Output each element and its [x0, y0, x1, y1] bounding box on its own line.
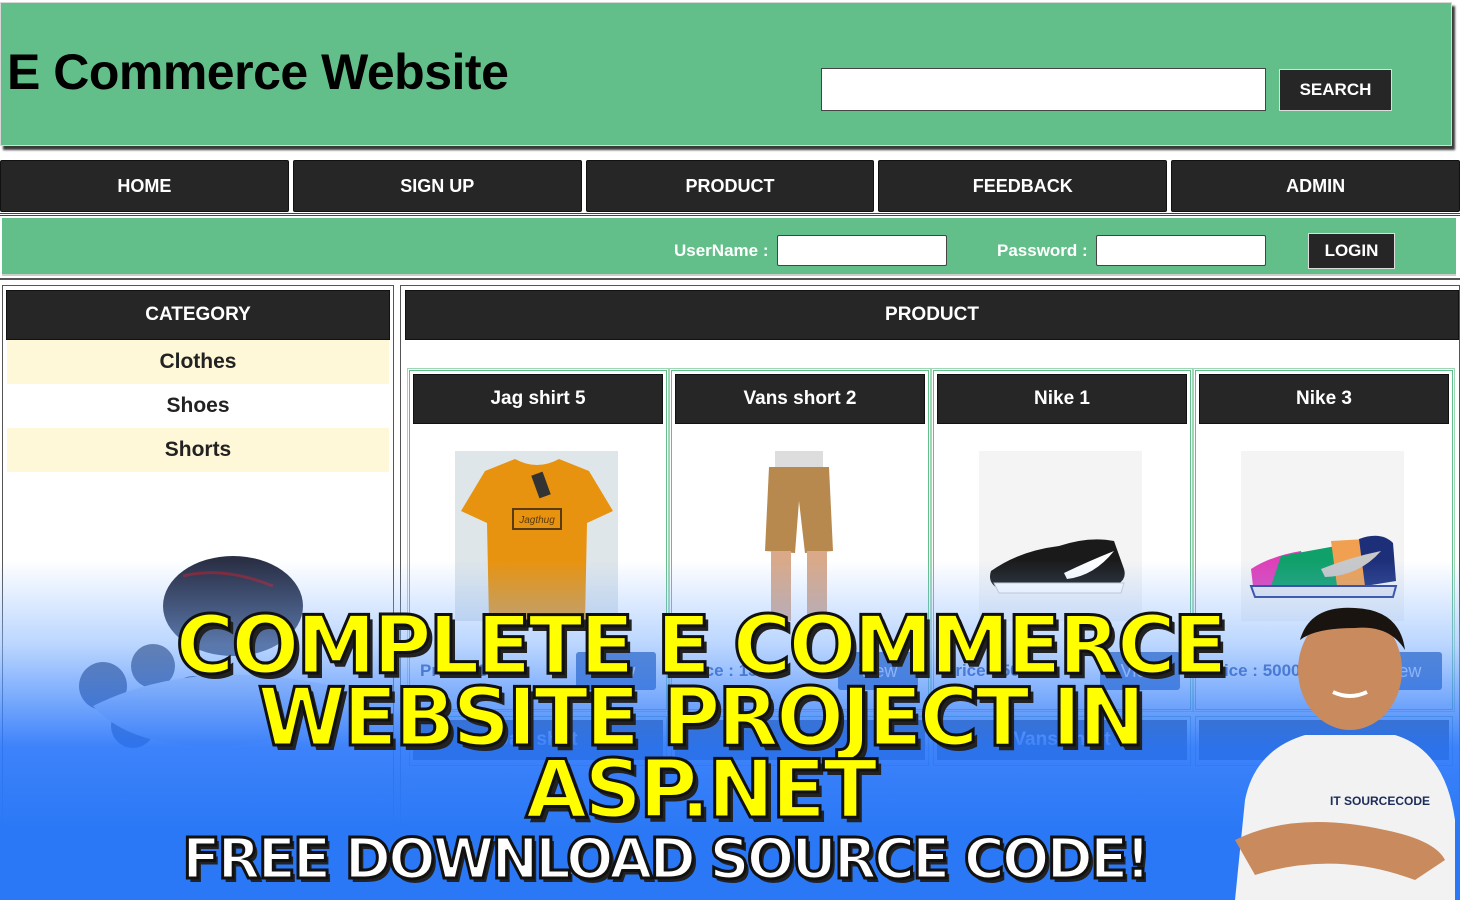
nav-home[interactable]: HOME — [0, 160, 289, 212]
page: E Commerce Website SEARCH HOME SIGN UP P… — [0, 0, 1460, 900]
login-button[interactable]: LOGIN — [1308, 233, 1395, 269]
divider — [0, 213, 1460, 216]
svg-text:Jagthug: Jagthug — [518, 515, 555, 526]
username-label: UserName : — [674, 241, 769, 260]
product-title: Nike 3 — [1199, 374, 1449, 424]
orange-tshirt-image[interactable]: Jagthug — [455, 451, 618, 621]
nav-product[interactable]: PRODUCT — [585, 160, 875, 212]
product-title: Vans short 2 — [675, 374, 925, 424]
nav-admin[interactable]: ADMIN — [1171, 160, 1460, 212]
main-nav: HOME SIGN UP PRODUCT FEEDBACK ADMIN — [0, 160, 1460, 212]
presenter-photo: IT SOURCECODE — [1235, 607, 1455, 900]
khaki-shorts-image[interactable] — [717, 451, 880, 621]
presenter-shirt-text: IT SOURCECODE — [1330, 794, 1430, 808]
product-title: Jag shirt 5 — [413, 374, 663, 424]
login-bar: UserName : Password : LOGIN — [2, 218, 1456, 276]
site-title: E Commerce Website — [7, 44, 509, 100]
divider — [0, 278, 1460, 280]
category-item-clothes[interactable]: Clothes — [7, 340, 389, 384]
promo-headline-line-3: ASP.NET — [524, 743, 879, 836]
site-header: E Commerce Website SEARCH — [0, 2, 1452, 146]
search-input[interactable] — [821, 68, 1266, 111]
promo-subline: FREE DOWNLOAD SOURCE CODE! — [181, 827, 1153, 892]
category-heading: CATEGORY — [6, 290, 390, 340]
nav-feedback[interactable]: FEEDBACK — [878, 160, 1168, 212]
search-button[interactable]: SEARCH — [1279, 69, 1392, 111]
product-title: Nike 1 — [937, 374, 1187, 424]
nav-sign-up[interactable]: SIGN UP — [292, 160, 582, 212]
category-item-shoes[interactable]: Shoes — [7, 384, 389, 428]
product-heading: PRODUCT — [405, 290, 1459, 340]
multicolor-nike-shoe-image[interactable] — [1241, 451, 1404, 621]
password-field[interactable] — [1096, 235, 1266, 266]
password-label: Password : — [997, 241, 1088, 260]
category-item-shorts[interactable]: Shorts — [7, 428, 389, 472]
black-nike-shoe-image[interactable] — [979, 451, 1142, 621]
username-field[interactable] — [777, 235, 947, 266]
